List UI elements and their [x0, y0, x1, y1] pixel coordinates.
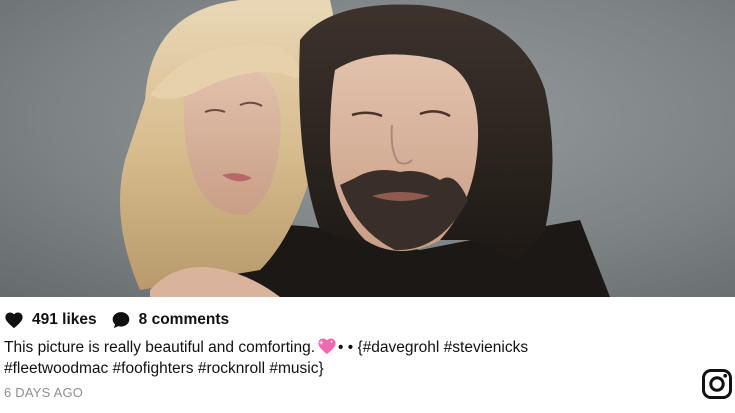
engagement-stats: 491 likes 8 comments: [4, 310, 229, 330]
caption-hashtags-1[interactable]: • • {#davegrohl #stevienicks: [338, 339, 528, 356]
instagram-post: 491 likes 8 comments This picture is rea…: [0, 0, 735, 413]
sparkling-heart-emoji: [318, 338, 336, 355]
likes-label: 491 likes: [32, 311, 97, 328]
caption-hashtags-2[interactable]: #fleetwoodmac #foofighters #rocknroll #m…: [4, 360, 324, 377]
post-caption: This picture is really beautiful and com…: [4, 337, 644, 379]
post-timestamp: 6 DAYS AGO: [4, 385, 84, 400]
portrait-illustration: [0, 0, 735, 297]
comments-count[interactable]: 8 comments: [111, 310, 229, 330]
caption-text: This picture is really beautiful and com…: [4, 339, 316, 356]
likes-count[interactable]: 491 likes: [4, 311, 97, 329]
speech-bubble-icon[interactable]: [111, 310, 131, 330]
instagram-icon[interactable]: [701, 368, 733, 400]
comments-label: 8 comments: [138, 311, 230, 328]
heart-icon[interactable]: [4, 311, 24, 329]
post-photo[interactable]: [0, 0, 735, 297]
